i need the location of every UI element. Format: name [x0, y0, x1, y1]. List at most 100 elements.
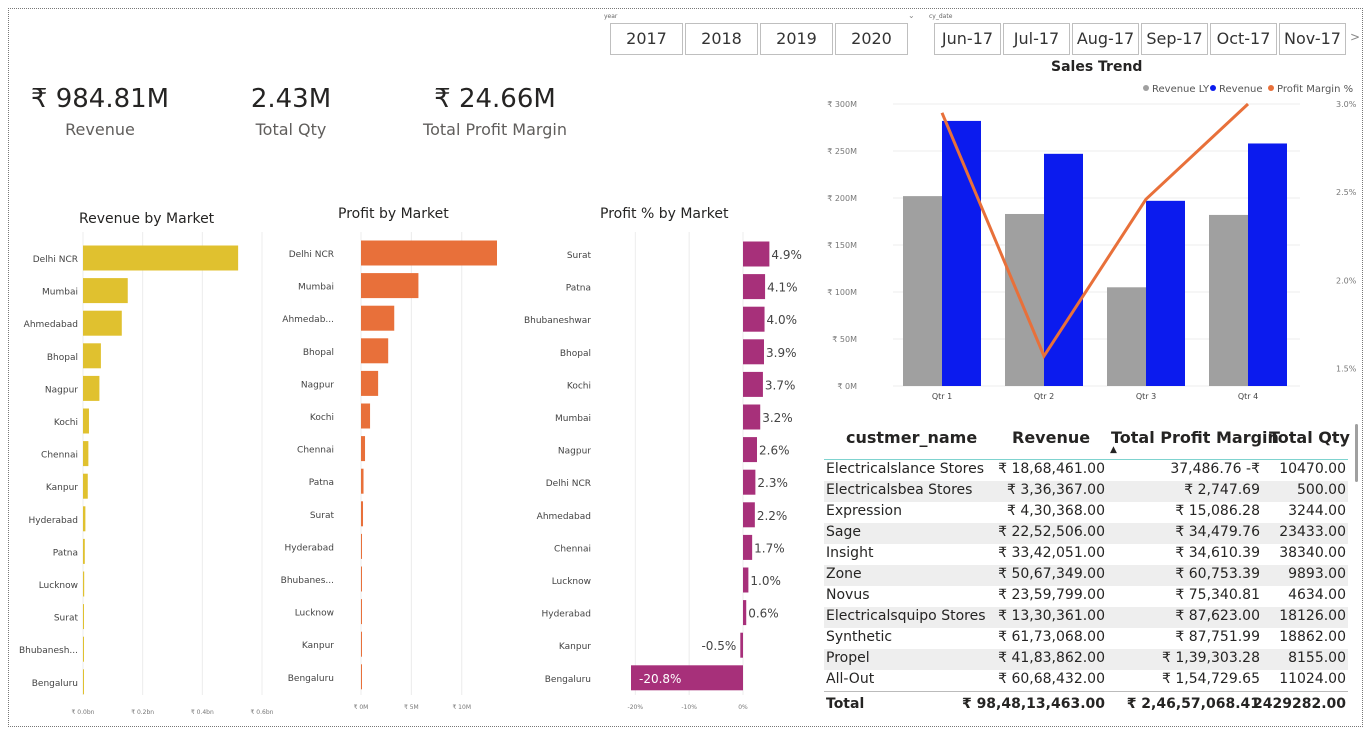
- cell-qty: 500.00: [1297, 482, 1346, 498]
- data-label: -0.5%: [701, 639, 736, 653]
- bar: [361, 501, 364, 527]
- x-tick-label: Qtr 1: [932, 392, 952, 401]
- cell-revenue: ₹ 33,42,051.00: [998, 545, 1105, 561]
- cell-qty: 18126.00: [1279, 608, 1346, 624]
- cell-profit-margin: ₹ 1,54,729.65: [1162, 671, 1260, 687]
- cell-profit-margin: ₹ 34,479.76: [1175, 524, 1260, 540]
- table-header-customer[interactable]: custmer_name: [846, 428, 977, 447]
- table-row[interactable]: Electricalsquipo Stores ₹ 13,30,361.00 ₹ 8…: [824, 607, 1348, 628]
- table-row[interactable]: Novus ₹ 23,59,799.00 ₹ 75,340.81 4634.00: [824, 586, 1348, 607]
- data-label: 3.9%: [766, 346, 797, 360]
- y-tick-label: ₹ 300M: [827, 100, 857, 109]
- category-label: Nagpur: [45, 385, 78, 395]
- legend-label: Profit Margin %: [1277, 84, 1353, 95]
- category-label: Lucknow: [295, 609, 334, 619]
- legend-marker: [1143, 85, 1149, 91]
- cell-customer: Propel: [826, 650, 870, 666]
- cell-qty: 18862.00: [1279, 629, 1346, 645]
- cell-customer: Insight: [826, 545, 874, 561]
- category-label: Patna: [53, 548, 78, 558]
- cell-profit-margin: ₹ 34,610.39: [1175, 545, 1260, 561]
- table-row[interactable]: All-Out ₹ 60,68,432.00 ₹ 1,54,729.65 11024.…: [824, 670, 1348, 691]
- y2-tick-label: 3.0%: [1336, 100, 1357, 109]
- table-row[interactable]: Insight ₹ 33,42,051.00 ₹ 34,610.39 38340.00: [824, 544, 1348, 565]
- x-tick-label: ₹ 0.6bn: [251, 709, 274, 716]
- category-label: Bhubanesh...: [19, 646, 78, 656]
- cell-revenue: ₹ 41,83,862.00: [998, 650, 1105, 666]
- cell-customer: Novus: [826, 587, 870, 603]
- data-label: 1.7%: [754, 541, 785, 555]
- bar: [1209, 214, 1248, 386]
- bar: [361, 403, 371, 429]
- data-label: 2.6%: [759, 444, 790, 458]
- category-label: Chennai: [554, 544, 591, 554]
- cell-qty: 4634.00: [1288, 587, 1346, 603]
- bar: [1107, 287, 1146, 386]
- category-label: Kanpur: [302, 641, 334, 651]
- table-header-revenue[interactable]: Revenue: [1012, 428, 1090, 447]
- bar: [361, 664, 362, 690]
- y2-tick-label: 2.0%: [1336, 276, 1357, 285]
- category-label: Delhi NCR: [546, 479, 591, 489]
- category-label: Bengaluru: [545, 675, 591, 685]
- table-header-qty[interactable]: Total Qty: [1269, 428, 1350, 447]
- bar: [743, 371, 763, 397]
- table-row[interactable]: Electricalslance Stores ₹ 18,68,461.00 37,…: [824, 460, 1348, 481]
- table-scrollbar[interactable]: [1355, 424, 1358, 482]
- legend-marker: [1210, 85, 1216, 91]
- category-label: Lucknow: [39, 581, 78, 591]
- category-label: Bengaluru: [288, 674, 334, 684]
- bar: [1248, 143, 1287, 386]
- table-row[interactable]: Propel ₹ 41,83,862.00 ₹ 1,39,303.28 8155.00: [824, 649, 1348, 670]
- data-label: -20.8%: [639, 672, 681, 686]
- bar: [743, 404, 761, 430]
- data-label: 3.2%: [762, 411, 793, 425]
- category-label: Lucknow: [552, 577, 591, 587]
- category-label: Bhopal: [560, 349, 591, 359]
- cell-profit-margin: ₹ 2,747.69: [1184, 482, 1260, 498]
- cell-profit-margin: ₹ 1,39,303.28: [1162, 650, 1260, 666]
- x-tick-label: ₹ 10M: [452, 704, 471, 711]
- cell-customer: Sage: [826, 524, 861, 540]
- cell-qty: 3244.00: [1288, 503, 1346, 519]
- bar: [83, 473, 88, 499]
- category-label: Mumbai: [555, 414, 591, 424]
- bar: [83, 343, 101, 369]
- category-label: Bhopal: [47, 353, 78, 363]
- table-row[interactable]: Expression ₹ 4,30,368.00 ₹ 15,086.28 3244.0…: [824, 502, 1348, 523]
- category-label: Bhubaneshwar: [524, 316, 591, 326]
- category-label: Surat: [567, 251, 592, 261]
- y-tick-label: ₹ 200M: [827, 194, 857, 203]
- table-row[interactable]: Zone ₹ 50,67,349.00 ₹ 60,753.39 9893.00: [824, 565, 1348, 586]
- table-total-row: Total ₹ 98,48,13,463.00 ₹ 2,46,57,068.41…: [824, 695, 1348, 716]
- legend-label: Revenue: [1219, 84, 1263, 95]
- bar: [83, 669, 84, 695]
- bar: [1146, 200, 1185, 386]
- x-tick-label: Qtr 4: [1238, 392, 1258, 401]
- bar: [743, 274, 766, 300]
- category-label: Patna: [309, 478, 334, 488]
- category-label: Nagpur: [301, 380, 334, 390]
- category-label: Hyderabad: [285, 543, 335, 553]
- y2-tick-label: 1.5%: [1336, 364, 1357, 373]
- bar: [83, 310, 122, 336]
- table-row[interactable]: Sage ₹ 22,52,506.00 ₹ 34,479.76 23433.00: [824, 523, 1348, 544]
- category-label: Delhi NCR: [289, 250, 334, 260]
- category-label: Kanpur: [559, 642, 591, 652]
- table-row[interactable]: Electricalsbea Stores ₹ 3,36,367.00 ₹ 2,74…: [824, 481, 1348, 502]
- table-header-profit-margin[interactable]: Total Profit Margin: [1111, 428, 1279, 447]
- cell-qty: 11024.00: [1279, 671, 1346, 687]
- bar: [361, 566, 362, 592]
- table-row[interactable]: Synthetic ₹ 61,73,068.00 ₹ 87,751.99 18862.…: [824, 628, 1348, 649]
- cell-customer: Zone: [826, 566, 862, 582]
- cell-revenue: ₹ 18,68,461.00: [998, 461, 1105, 477]
- category-label: Mumbai: [298, 283, 334, 293]
- category-label: Bhubanes...: [281, 576, 334, 586]
- category-label: Nagpur: [558, 447, 591, 457]
- cell-revenue: ₹ 4,30,368.00: [1007, 503, 1105, 519]
- category-label: Surat: [310, 511, 335, 521]
- data-label: 4.1%: [767, 281, 798, 295]
- y-tick-label: ₹ 150M: [827, 241, 857, 250]
- total-revenue: ₹ 98,48,13,463.00: [961, 696, 1105, 712]
- sort-ascending-icon[interactable]: ▲: [1110, 445, 1117, 455]
